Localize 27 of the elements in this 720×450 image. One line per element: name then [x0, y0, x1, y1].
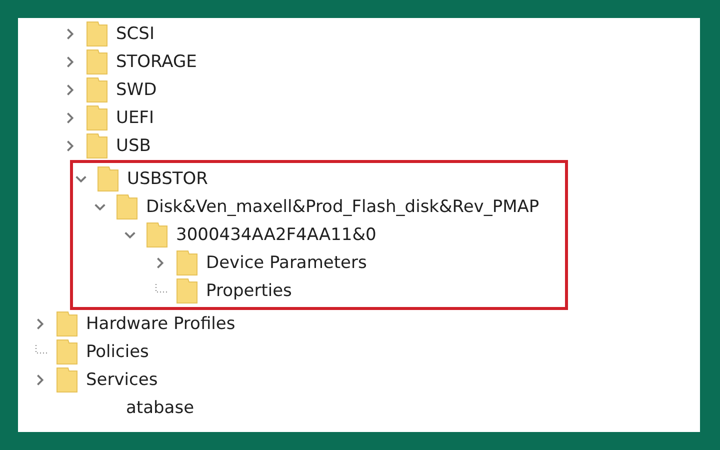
- tree-item[interactable]: Hardware Profiles: [86, 310, 236, 338]
- folder-icon: [176, 250, 198, 276]
- tree-item[interactable]: atabase: [126, 394, 194, 422]
- tree-item[interactable]: Device Parameters: [206, 249, 367, 277]
- folder-icon: [146, 222, 168, 248]
- folder-icon: [116, 194, 138, 220]
- folder-icon: [86, 21, 108, 47]
- folder-icon: [97, 166, 119, 192]
- tree-item[interactable]: SWD: [116, 76, 157, 104]
- folder-icon: [56, 367, 78, 393]
- tree-item[interactable]: USBSTOR: [127, 165, 208, 193]
- tree-item[interactable]: STORAGE: [116, 48, 197, 76]
- tree-item[interactable]: 3000434AA2F4AA11&0: [176, 221, 376, 249]
- folder-icon: [86, 49, 108, 75]
- tree-item[interactable]: Disk&Ven_maxell&Prod_Flash_disk&Rev_PMAP: [146, 193, 540, 221]
- folder-icon: [176, 278, 198, 304]
- tree-item[interactable]: UEFI: [116, 104, 154, 132]
- folder-icon: [86, 133, 108, 159]
- folder-icon: [86, 105, 108, 131]
- folder-icon: [86, 77, 108, 103]
- tree-item[interactable]: Services: [86, 366, 158, 394]
- tree-item[interactable]: Properties: [206, 277, 292, 305]
- folder-icon: [56, 311, 78, 337]
- folder-icon: [56, 339, 78, 365]
- tree-item[interactable]: Policies: [86, 338, 149, 366]
- tree-item[interactable]: USB: [116, 132, 151, 160]
- tree-item[interactable]: SCSI: [116, 20, 154, 48]
